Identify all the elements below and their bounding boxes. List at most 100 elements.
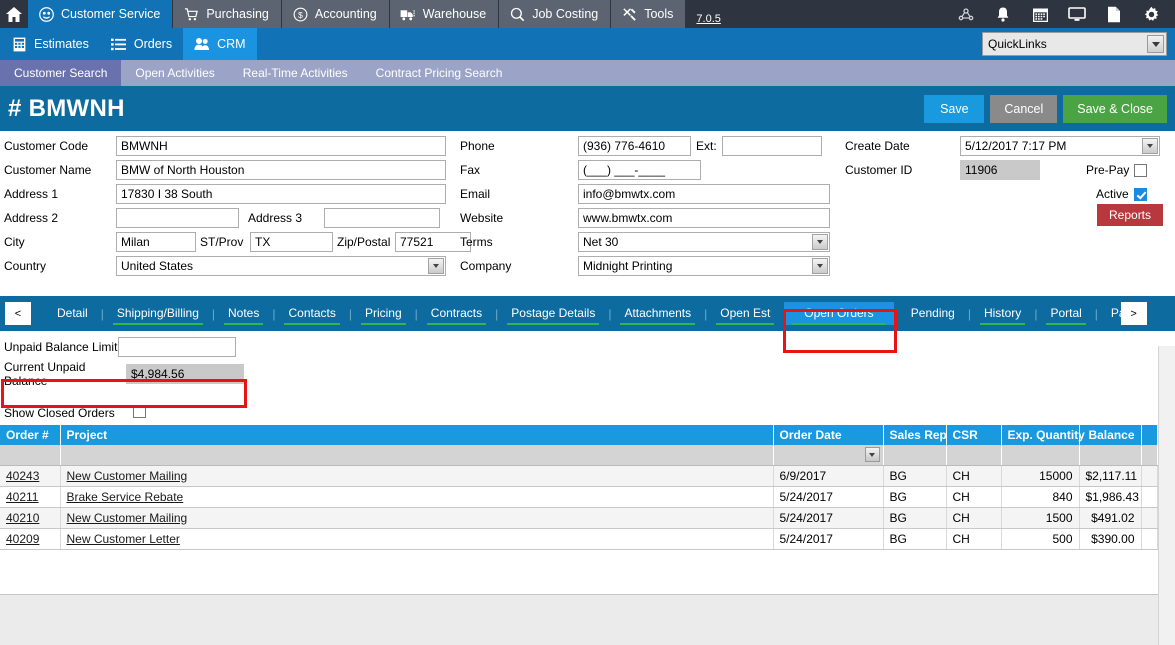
network-icon[interactable] [956,4,976,24]
sub-tab-estimates[interactable]: Estimates [0,28,100,60]
tab-notes[interactable]: Notes [216,302,271,325]
tab-contracts[interactable]: Contracts [419,302,494,325]
company-value: Midnight Printing [583,259,673,273]
tab-open-orders[interactable]: Open Orders [784,302,894,325]
save-and-close-button[interactable]: Save & Close [1063,94,1167,123]
customer-code-input[interactable] [116,136,446,156]
column-header-sales-rep[interactable]: Sales Rep [883,425,947,445]
quicklinks-dropdown[interactable]: QuickLinks [982,32,1167,56]
address1-input[interactable] [116,184,446,204]
table-row[interactable]: 40209 New Customer Letter 5/24/2017 BG C… [0,528,1158,550]
tab-pending[interactable]: Pending [899,302,967,325]
vertical-scrollbar[interactable] [1158,346,1175,645]
tab-detail[interactable]: Detail [45,302,100,325]
column-header-balance[interactable]: Balance [1079,425,1142,445]
filter-order-date[interactable] [773,445,884,466]
module-tab-purchasing[interactable]: Purchasing [173,0,282,28]
tab-scroll-right-button[interactable]: > [1120,302,1147,325]
customer-name-input[interactable] [116,160,446,180]
ext-input[interactable] [722,136,822,156]
terms-select[interactable]: Net 30 [578,232,830,252]
document-icon[interactable] [1104,4,1124,24]
customer-name-label: Customer Name [4,163,92,177]
active-checkbox[interactable] [1133,187,1147,201]
tab-open-est[interactable]: Open Est [708,302,782,325]
save-button[interactable]: Save [924,94,985,123]
column-header-order-date[interactable]: Order Date [773,425,884,445]
tab-label: Open Orders [804,306,874,320]
filter-project[interactable] [60,445,774,466]
cell-order: 40211 [0,486,61,508]
tab-shipping-billing[interactable]: Shipping/Billing [105,302,211,325]
filter-order[interactable] [0,445,61,466]
cancel-button[interactable]: Cancel [990,94,1058,123]
module-tab-customer-service[interactable]: Customer Service [28,0,174,28]
email-input[interactable] [578,184,830,204]
module-tab-tools[interactable]: Tools [611,0,687,28]
column-header-csr[interactable]: CSR [946,425,1002,445]
state-input[interactable] [250,232,333,252]
fax-input[interactable] [578,160,701,180]
bell-icon[interactable] [993,4,1013,24]
sub-tab-orders[interactable]: Orders [100,28,183,60]
calendar-icon[interactable] [1030,4,1050,24]
create-date-select[interactable]: 5/12/2017 7:17 PM [960,136,1160,156]
phone-input[interactable] [578,136,691,156]
tab-contacts[interactable]: Contacts [276,302,347,325]
filter-balance[interactable] [1079,445,1142,466]
order-link[interactable]: 40210 [6,511,39,525]
project-link[interactable]: Brake Service Rebate [67,490,184,504]
page-tab-open-activities[interactable]: Open Activities [121,60,228,86]
monitor-icon[interactable] [1067,4,1087,24]
show-closed-orders-checkbox[interactable] [133,405,146,418]
home-icon[interactable] [0,0,28,28]
field-customer-id: Customer ID Pre-Pay [845,160,1148,180]
page-tab-real-time-activities[interactable]: Real-Time Activities [229,60,362,86]
project-link[interactable]: New Customer Letter [67,532,180,546]
chevron-down-icon [428,258,444,274]
prepay-checkbox[interactable] [1134,163,1148,177]
tab-history[interactable]: History [972,302,1033,325]
tab-scroll-left-button[interactable]: < [5,302,31,325]
column-header-project[interactable]: Project [60,425,774,445]
website-input[interactable] [578,208,830,228]
order-link[interactable]: 40243 [6,469,39,483]
tab-separator: | [348,306,352,321]
module-tab-job-costing[interactable]: Job Costing [499,0,612,28]
cell-exp-quantity: 1500 [1001,507,1080,529]
city-input[interactable] [116,232,196,252]
city-label: City [4,235,25,249]
order-link[interactable]: 40211 [6,490,38,504]
module-tab-accounting[interactable]: $ Accounting [281,0,390,28]
filter-csr[interactable] [946,445,1002,466]
gear-icon[interactable] [1141,4,1161,24]
reports-button[interactable]: Reports [1097,204,1164,226]
page-tab-customer-search[interactable]: Customer Search [0,60,122,86]
company-select[interactable]: Midnight Printing [578,256,830,276]
tab-pricing[interactable]: Pricing [353,302,414,325]
tab-portal[interactable]: Portal [1038,302,1093,325]
filter-sales-rep[interactable] [883,445,947,466]
version-link[interactable]: 7.0.5 [686,0,720,28]
address3-input[interactable] [324,208,440,228]
project-link[interactable]: New Customer Mailing [67,511,188,525]
project-link[interactable]: New Customer Mailing [67,469,188,483]
address2-input[interactable] [116,208,239,228]
table-row[interactable]: 40210 New Customer Mailing 5/24/2017 BG … [0,507,1158,529]
table-row[interactable]: 40211 Brake Service Rebate 5/24/2017 BG … [0,486,1158,508]
chevron-down-icon[interactable] [864,447,880,462]
column-header-exp-quantity[interactable]: Exp. Quantity [1001,425,1085,445]
tab-postage-details[interactable]: Postage Details [499,302,607,325]
page-tab-label: Contract Pricing Search [375,66,503,80]
module-tab-warehouse[interactable]: Warehouse [389,0,500,28]
unpaid-balance-limit-input[interactable] [118,337,236,357]
order-link[interactable]: 40209 [6,532,39,546]
page-tab-contract-pricing-search[interactable]: Contract Pricing Search [362,60,517,86]
filter-exp-quantity[interactable] [1001,445,1080,466]
column-header-order[interactable]: Order # [0,425,61,445]
sub-tab-crm[interactable]: CRM [183,28,257,60]
tab-attachments[interactable]: Attachments [612,302,703,325]
detail-tab-strip: < Detail | Shipping/Billing | Notes | Co… [0,296,1175,331]
table-row[interactable]: 40243 New Customer Mailing 6/9/2017 BG C… [0,465,1158,487]
country-select[interactable]: United States [116,256,446,276]
